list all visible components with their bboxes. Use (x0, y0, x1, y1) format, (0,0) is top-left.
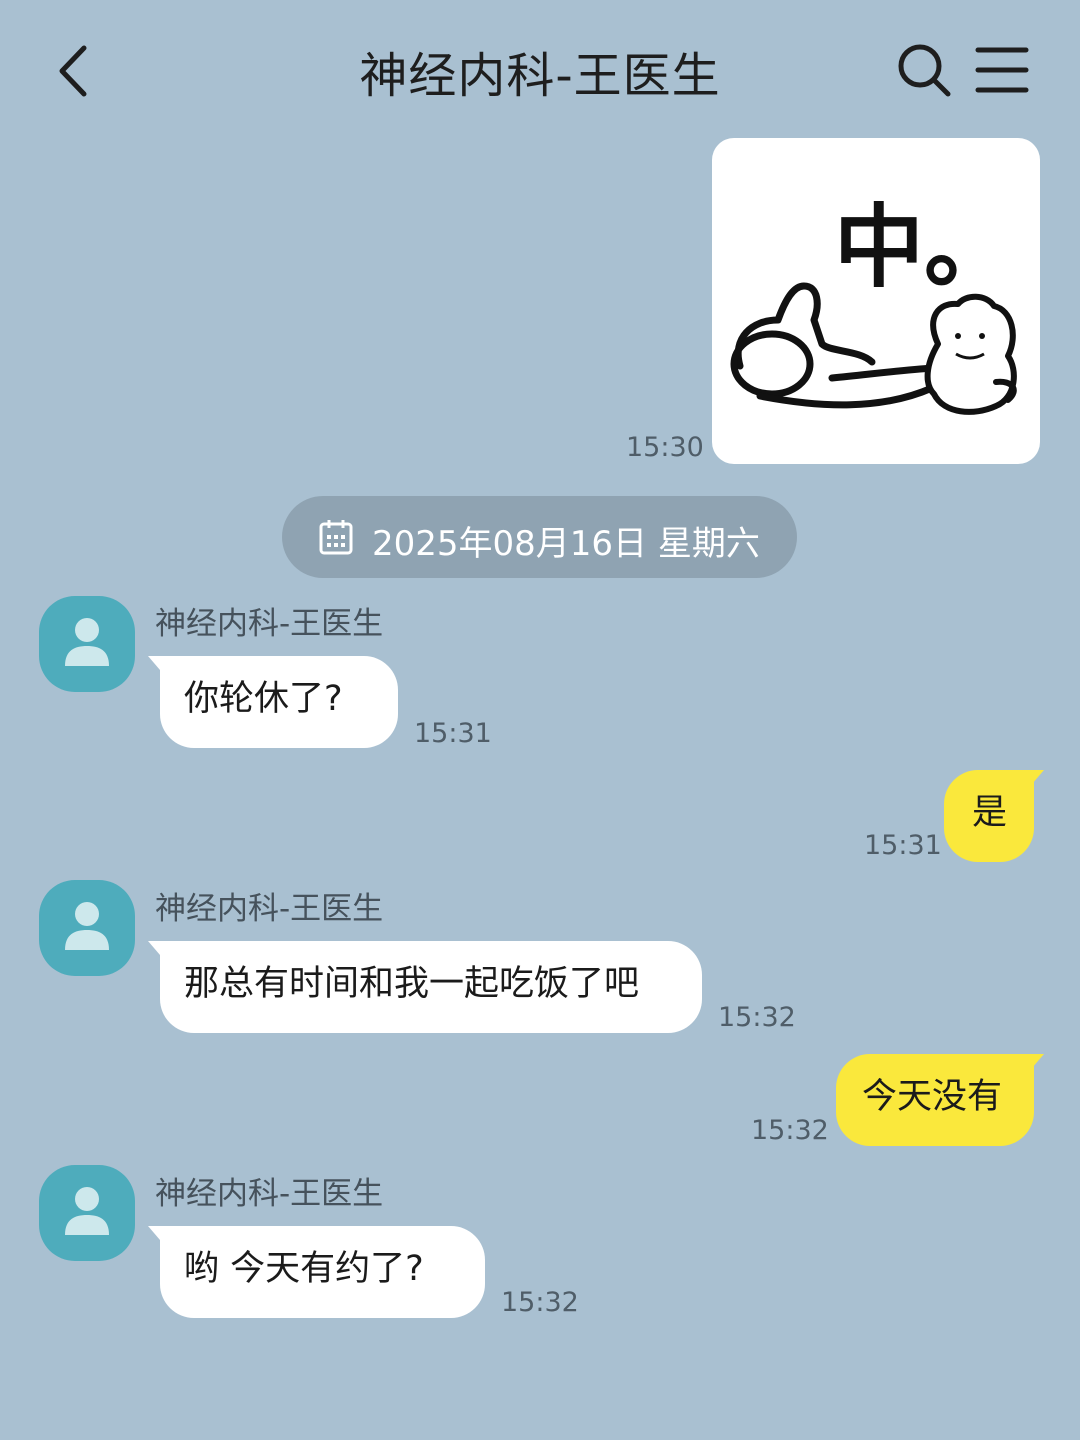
date-separator: 2025年08月16日 星期六 (282, 496, 797, 578)
incoming-message-bubble[interactable]: 那总有时间和我一起吃饭了吧 (148, 941, 702, 1033)
message-time: 15:31 (864, 830, 942, 861)
user-icon (65, 1187, 109, 1235)
sender-name: 神经内科-王医生 (155, 1176, 384, 1212)
message-text: 是 (972, 793, 1008, 833)
search-button[interactable] (894, 40, 954, 100)
sticker-text: 中。 (834, 195, 1014, 300)
message-text: 哟 今天有约了? (184, 1249, 424, 1289)
sticker-message[interactable]: 中。 (712, 138, 1040, 464)
bubble-tail (148, 941, 172, 969)
bubble-tail (1020, 1054, 1044, 1082)
avatar[interactable] (39, 596, 135, 692)
message-time: 15:32 (501, 1287, 579, 1318)
bubble-tail (148, 656, 172, 684)
menu-button[interactable] (972, 44, 1032, 96)
avatar[interactable] (39, 880, 135, 976)
message-text: 今天没有 (862, 1077, 1003, 1117)
user-icon (65, 618, 109, 666)
message-time: 15:31 (414, 718, 492, 749)
outgoing-message-bubble[interactable]: 今天没有 (836, 1054, 1044, 1146)
sender-name: 神经内科-王医生 (155, 606, 384, 642)
message-time: 15:32 (718, 1002, 796, 1033)
calendar-icon (319, 520, 353, 555)
sender-name: 神经内科-王医生 (155, 891, 384, 927)
avatar[interactable] (39, 1165, 135, 1261)
menu-icon (975, 47, 1029, 93)
date-text: 2025年08月16日 星期六 (372, 524, 760, 564)
chat-header: 神经内科-王医生 (0, 0, 1080, 140)
message-time: 15:32 (751, 1115, 829, 1146)
thumbs-up-sticker: 中。 (730, 195, 1017, 415)
search-icon (898, 44, 951, 97)
incoming-message-bubble[interactable]: 哟 今天有约了? (148, 1226, 485, 1318)
message-time: 15:30 (626, 432, 704, 463)
incoming-message-bubble[interactable]: 你轮休了? (148, 656, 398, 748)
outgoing-message-bubble[interactable]: 是 (944, 770, 1044, 862)
message-text: 那总有时间和我一起吃饭了吧 (184, 964, 640, 1004)
message-text: 你轮休了? (184, 679, 343, 719)
bubble-tail (1020, 770, 1044, 798)
user-icon (65, 902, 109, 950)
bubble-tail (148, 1226, 172, 1254)
